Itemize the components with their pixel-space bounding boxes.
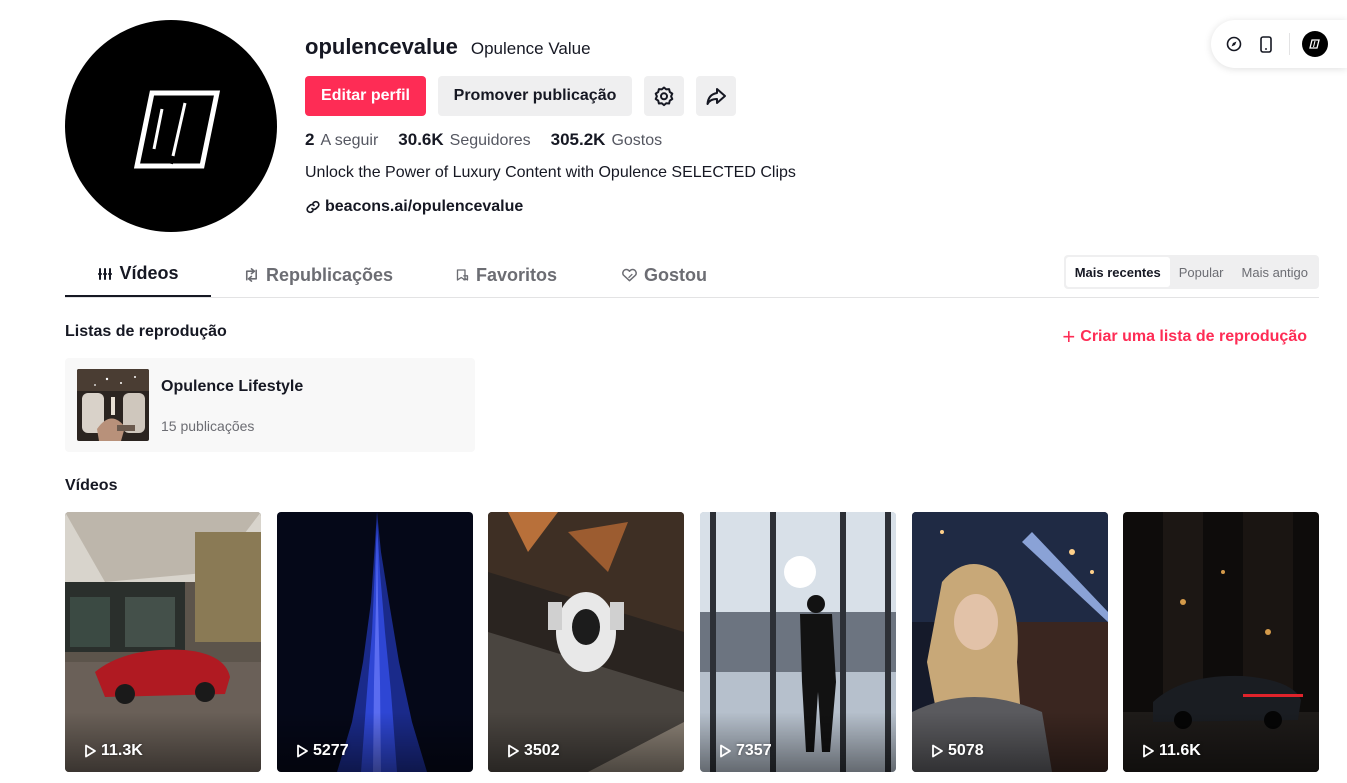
repost-icon [245,268,257,282]
video-card[interactable]: 11.6K [1123,512,1319,772]
profile-info: opulencevalue Opulence Value Editar perf… [305,34,796,216]
create-playlist-button[interactable]: + Criar uma lista de reprodução [1062,324,1307,349]
view-count: 7357 [717,742,772,760]
following-label[interactable]: A seguir [320,132,378,150]
divider [1289,33,1290,55]
share-profile-button[interactable] [696,76,736,116]
playlist-card[interactable]: Opulence Lifestyle 15 publicações [65,358,475,452]
view-count: 5277 [294,742,349,760]
share-arrow-icon [706,88,726,105]
sort-latest[interactable]: Mais recentes [1065,257,1170,287]
view-count-text: 11.6K [1159,742,1201,759]
playlist-name: Opulence Lifestyle [161,378,304,395]
play-icon [508,744,519,758]
video-card[interactable]: 11.3K [65,512,261,772]
view-count: 11.3K [82,742,143,760]
grid-icon [98,267,113,280]
tab-videos[interactable]: Vídeos [65,252,211,297]
view-count: 5078 [929,742,984,760]
tab-liked-label: Gostou [644,264,707,285]
profile-avatar [65,20,277,232]
floating-controls [1211,20,1347,68]
videos-heading: Vídeos [65,477,118,494]
tab-favorites[interactable]: Favoritos [455,252,557,298]
tab-liked[interactable]: Gostou [621,252,707,298]
view-count-text: 5078 [948,742,984,759]
bookmark-icon [456,269,469,281]
view-count-text: 3502 [524,742,560,759]
video-card[interactable]: 5078 [912,512,1108,772]
sort-oldest[interactable]: Mais antigo [1233,257,1317,287]
tab-reposts-label: Republicações [265,264,393,285]
tab-videos-label: Vídeos [119,263,179,283]
play-icon [1143,744,1154,758]
stats-row: 2 A seguir 30.6K Seguidores 305.2K Gosto… [305,130,796,150]
likes-label: Gostos [611,132,663,149]
profile-actions: Editar perfil Promover publicação [305,76,796,116]
followers-count: 30.6K [398,130,444,149]
promote-post-button[interactable]: Promover publicação [438,76,632,116]
compass-icon[interactable] [1225,35,1243,53]
play-icon [85,744,96,758]
nickname: Opulence Value [470,39,591,58]
sort-popular[interactable]: Popular [1170,257,1233,287]
title-row: opulencevalue Opulence Value [305,34,796,64]
view-count-text: 7357 [736,742,772,759]
video-card[interactable]: 3502 [488,512,684,772]
tab-favorites-label: Favoritos [475,264,557,285]
play-icon [932,744,943,758]
following-count: 2 [305,130,315,149]
gear-icon [654,86,674,107]
playlist-post-count: 15 publicações [161,418,255,434]
video-card[interactable]: 7357 [700,512,896,772]
avatar-small[interactable] [1302,31,1328,57]
play-icon [297,744,308,758]
plus-icon: + [1062,324,1076,349]
view-count: 11.6K [1140,742,1201,760]
opulence-logo-icon [133,90,221,169]
playlists-heading: Listas de reprodução [65,323,227,340]
create-playlist-label: Criar uma lista de reprodução [1080,328,1307,345]
tab-reposts[interactable]: Republicações [243,252,393,298]
view-count: 3502 [505,742,560,760]
sort-toggle: Mais recentes Popular Mais antigo [1063,255,1319,289]
bio: Unlock the Power of Luxury Content with … [305,164,796,181]
profile-tabs: Vídeos Republicações Favoritos Gostou Ma… [65,252,1319,298]
view-count-text: 11.3K [101,742,143,759]
liked-heart-icon [622,268,637,282]
view-count-text: 5277 [313,742,349,759]
video-card[interactable]: 5277 [277,512,473,772]
playlist-thumbnail [77,369,149,441]
settings-button[interactable] [644,76,684,116]
link-icon [306,200,320,214]
followers-label[interactable]: Seguidores [450,132,531,150]
edit-profile-button[interactable]: Editar perfil [305,76,426,116]
video-grid: 11.3K 5277 3502 7357 5078 11.6K [65,512,1319,772]
play-icon [720,744,731,758]
likes-count: 305.2K [550,130,606,149]
profile-link-text: beacons.ai/opulencevalue [325,198,524,215]
profile-link[interactable]: beacons.ai/opulencevalue [305,198,796,216]
mobile-phone-icon[interactable] [1257,35,1275,53]
username: opulencevalue [305,34,458,59]
